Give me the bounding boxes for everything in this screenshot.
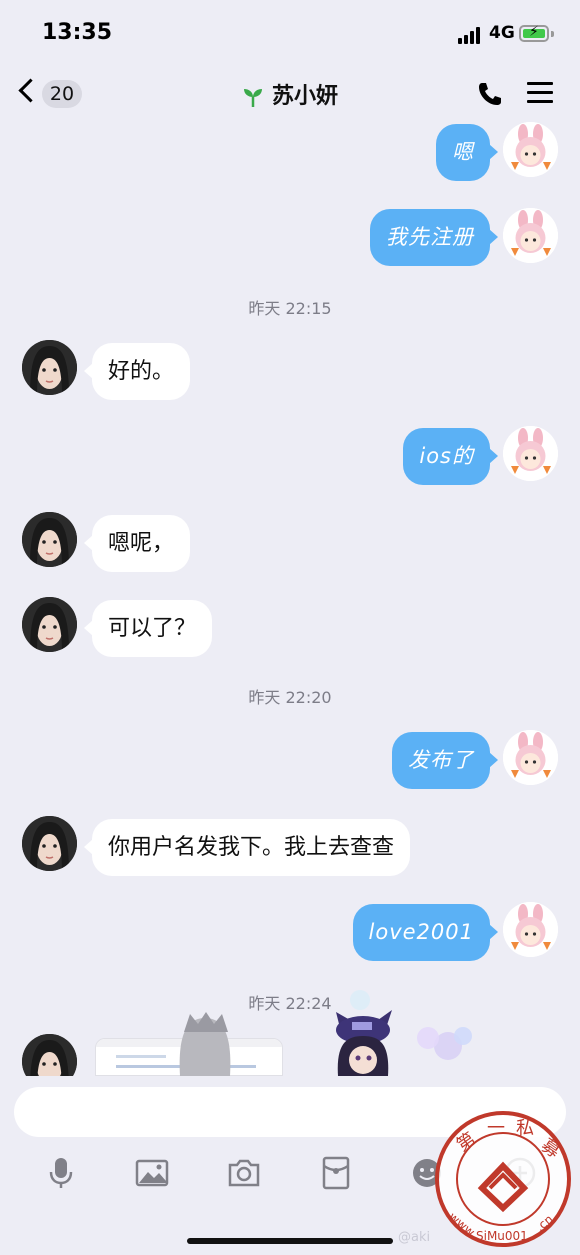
camera-icon[interactable]: [227, 1156, 261, 1190]
battery-tip: [551, 31, 554, 37]
chat-header: 20 苏小妍: [0, 68, 580, 122]
girl-avatar-icon: [22, 1034, 77, 1076]
sticker-image[interactable]: [170, 1010, 240, 1076]
message-bubble-incoming[interactable]: 你用户名发我下。我上去查查: [83, 819, 411, 876]
my-avatar[interactable]: [503, 426, 558, 481]
bunny-avatar-icon: [503, 208, 558, 263]
status-bar: 13:35 4G ⚡: [0, 0, 580, 68]
message-bubble-outgoing[interactable]: 嗯: [436, 124, 498, 181]
contact-avatar[interactable]: [22, 816, 77, 871]
girl-avatar-icon: [22, 512, 77, 567]
message-bubble-outgoing[interactable]: 我先注册: [370, 209, 498, 266]
network-type: 4G: [489, 23, 515, 43]
svg-text:一: 一: [487, 1118, 505, 1139]
my-avatar[interactable]: [503, 730, 558, 785]
signal-icon: [458, 26, 484, 44]
girl-avatar-icon: [22, 816, 77, 871]
sprout-icon: [243, 89, 262, 107]
status-time: 13:35: [42, 20, 113, 45]
svg-text:私: 私: [516, 1118, 534, 1139]
message-bubble-incoming[interactable]: 好的。: [83, 343, 191, 400]
message-bubble-incoming[interactable]: 可以了？: [83, 600, 213, 657]
girl-avatar-icon: [22, 340, 77, 395]
contact-avatar[interactable]: [22, 512, 77, 567]
home-indicator[interactable]: [187, 1238, 393, 1244]
image-icon[interactable]: [135, 1156, 169, 1190]
my-avatar[interactable]: [503, 902, 558, 957]
contact-name: 苏小妍: [271, 84, 338, 109]
message-bubble-outgoing[interactable]: love2001: [352, 904, 499, 961]
my-avatar[interactable]: [503, 208, 558, 263]
message-bubble-incoming[interactable]: 嗯呢，: [83, 515, 191, 572]
bunny-avatar-icon: [503, 426, 558, 481]
bunny-avatar-icon: [503, 122, 558, 177]
contact-avatar[interactable]: [22, 597, 77, 652]
message-bubble-outgoing[interactable]: 发布了: [392, 732, 498, 789]
timestamp: 昨天 22:15: [248, 299, 332, 318]
girl-avatar-icon: [22, 597, 77, 652]
svg-text:SiMu001: SiMu001: [476, 1229, 528, 1243]
contact-avatar[interactable]: [22, 1034, 77, 1076]
contact-avatar[interactable]: [22, 340, 77, 395]
message-list[interactable]: 嗯 我先注册 昨天 22:15 好的。 ios的 嗯呢， 可以了？ 昨天 22:…: [0, 122, 580, 1076]
sticker-image[interactable]: [318, 988, 478, 1076]
watermark-stamp: 第 一 私 募 www. SiMu001 .cn: [435, 1111, 571, 1247]
timestamp: 昨天 22:24: [248, 994, 332, 1013]
watermark-overlay-text: @aki: [398, 1230, 431, 1245]
menu-icon[interactable]: [527, 82, 553, 104]
my-avatar[interactable]: [503, 122, 558, 177]
bunny-avatar-icon: [503, 902, 558, 957]
red-packet-icon[interactable]: [319, 1156, 353, 1190]
battery-icon: ⚡: [519, 24, 549, 42]
message-bubble-outgoing[interactable]: ios的: [403, 428, 498, 485]
timestamp: 昨天 22:20: [248, 688, 332, 707]
phone-icon[interactable]: [476, 80, 504, 108]
bunny-avatar-icon: [503, 730, 558, 785]
microphone-icon[interactable]: [44, 1156, 78, 1190]
